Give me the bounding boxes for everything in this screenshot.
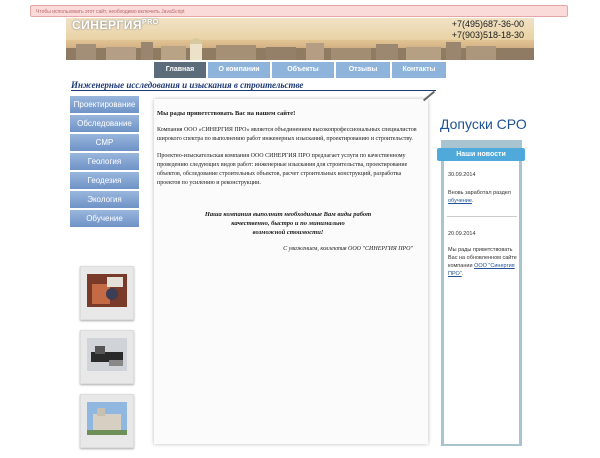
sidebar-item-geodesy[interactable]: Геодезия bbox=[70, 172, 139, 189]
main-content-panel: Мы рады приветствовать Вас на нашем сайт… bbox=[154, 90, 436, 444]
phone-number[interactable]: +7(903)518-18-30 bbox=[452, 30, 524, 41]
news-title: Наши новости bbox=[437, 148, 525, 161]
worker-photo bbox=[87, 274, 127, 307]
nav-item-home[interactable]: Главная bbox=[154, 62, 206, 78]
news-item: Мы рады приветствовать Вас на обновленно… bbox=[448, 247, 517, 277]
sidebar-item-ecology[interactable]: Экология bbox=[70, 191, 139, 208]
sidebar-item-design[interactable]: Проектирование bbox=[70, 96, 139, 113]
equipment-photo bbox=[87, 338, 127, 371]
site-logo[interactable]: СИНЕРГИЯPRO bbox=[72, 18, 159, 32]
nav-item-reviews[interactable]: Отзывы bbox=[336, 62, 390, 78]
sro-link[interactable]: Допуски СРО bbox=[440, 116, 527, 132]
nav-item-contacts[interactable]: Контакты bbox=[392, 62, 446, 78]
services-paragraph: Проектно-изыскательская компания ООО СИН… bbox=[157, 153, 408, 186]
sidebar-item-inspection[interactable]: Обследование bbox=[70, 115, 139, 132]
news-text: Вновь заработал раздел bbox=[448, 190, 511, 196]
page-subtitle: Инженерные исследования и изыскания в ст… bbox=[71, 80, 304, 90]
intro-paragraph: Компания ООО «СИНЕРГИЯ ПРО» является объ… bbox=[157, 127, 417, 142]
welcome-heading: Мы рады приветствовать Вас на нашем сайт… bbox=[157, 110, 296, 117]
nav-item-objects[interactable]: Объекты bbox=[272, 62, 334, 78]
gallery-thumbnail[interactable] bbox=[80, 394, 134, 448]
sidebar-item-geology[interactable]: Геология bbox=[70, 153, 139, 170]
subtitle-divider bbox=[71, 90, 436, 91]
news-divider bbox=[447, 216, 517, 217]
sidebar-menu: Проектирование Обследование СМР Геология… bbox=[70, 96, 139, 229]
slogan-line: возможной стоимости! bbox=[252, 229, 324, 236]
gallery-thumbnail[interactable] bbox=[80, 330, 134, 384]
building-photo bbox=[87, 402, 127, 435]
gallery-thumbnail[interactable] bbox=[80, 266, 134, 320]
signature: С уважением, коллектив ООО "СИНЕРГИЯ ПРО… bbox=[283, 246, 413, 252]
photo-gallery bbox=[80, 266, 134, 458]
phone-block: +7(495)687-36-00 +7(903)518-18-30 bbox=[452, 19, 524, 41]
sidebar-item-smr[interactable]: СМР bbox=[70, 134, 139, 151]
pin-icon bbox=[422, 90, 436, 102]
javascript-warning: Чтобы использовать этот сайт, необходимо… bbox=[30, 5, 568, 17]
phone-number[interactable]: +7(495)687-36-00 bbox=[452, 19, 524, 30]
nav-item-about[interactable]: О компании bbox=[208, 62, 270, 78]
slogan-line: качественно, быстро и по минимально bbox=[231, 220, 345, 227]
news-date: 20.09.2014 bbox=[448, 231, 476, 237]
news-date: 30.09.2014 bbox=[448, 172, 476, 178]
top-navigation: Главная О компании Объекты Отзывы Контак… bbox=[154, 62, 446, 78]
news-link-training[interactable]: обучение bbox=[448, 198, 472, 204]
sidebar-item-training[interactable]: Обучение bbox=[70, 210, 139, 227]
news-panel bbox=[441, 140, 522, 446]
news-item: Вновь заработал раздел обучение. bbox=[448, 190, 511, 204]
slogan-line: Наша компания выполнит необходимые Вам в… bbox=[204, 211, 372, 218]
city-skyline-image bbox=[66, 38, 534, 60]
